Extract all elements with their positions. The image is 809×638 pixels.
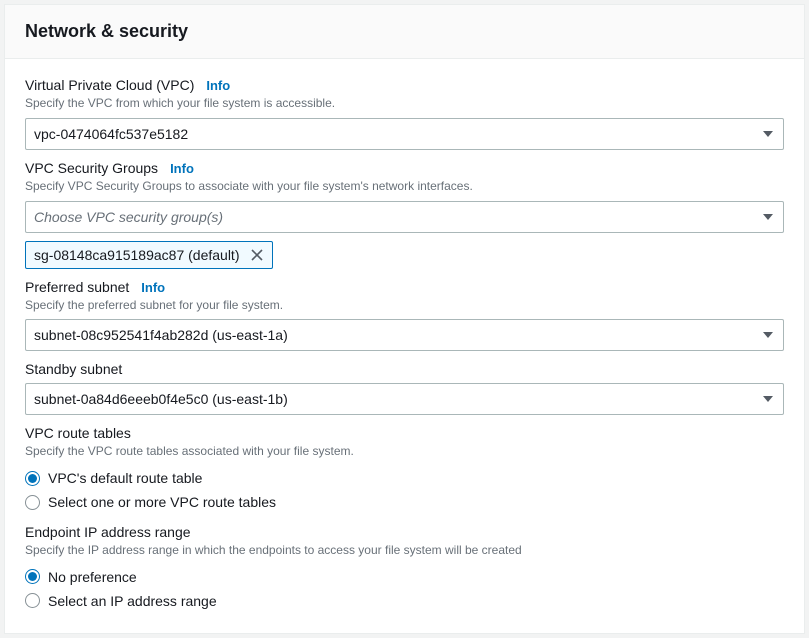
security-groups-tokens: sg-08148ca915189ac87 (default) (25, 241, 784, 269)
chevron-down-icon (763, 396, 773, 402)
standby-subnet-value: subnet-0a84d6eeeb0f4e5c0 (us-east-1b) (34, 391, 288, 407)
panel-title: Network & security (25, 21, 784, 42)
endpoint-range-field: Endpoint IP address range Specify the IP… (25, 524, 784, 613)
standby-subnet-label-row: Standby subnet (25, 361, 784, 377)
vpc-label: Virtual Private Cloud (VPC) (25, 77, 194, 93)
security-group-token: sg-08148ca915189ac87 (default) (25, 241, 273, 269)
security-groups-select[interactable]: Choose VPC security group(s) (25, 201, 784, 233)
close-icon[interactable] (248, 246, 266, 264)
preferred-subnet-field: Preferred subnet Info Specify the prefer… (25, 279, 784, 352)
route-tables-label: VPC route tables (25, 425, 784, 441)
route-tables-radio-group: VPC's default route table Select one or … (25, 466, 784, 514)
preferred-subnet-helper: Specify the preferred subnet for your fi… (25, 297, 784, 314)
security-groups-label-row: VPC Security Groups Info (25, 160, 784, 176)
endpoint-range-select-option[interactable]: Select an IP address range (25, 589, 784, 613)
endpoint-range-label: Endpoint IP address range (25, 524, 784, 540)
vpc-field: Virtual Private Cloud (VPC) Info Specify… (25, 77, 784, 150)
route-tables-default-label: VPC's default route table (48, 470, 202, 486)
endpoint-range-select-label: Select an IP address range (48, 593, 217, 609)
radio-icon (25, 593, 40, 608)
route-tables-select-option[interactable]: Select one or more VPC route tables (25, 490, 784, 514)
endpoint-range-helper: Specify the IP address range in which th… (25, 542, 784, 559)
preferred-subnet-label: Preferred subnet (25, 279, 129, 295)
network-security-panel: Network & security Virtual Private Cloud… (4, 4, 805, 634)
security-groups-info-link[interactable]: Info (170, 161, 194, 176)
standby-subnet-select[interactable]: subnet-0a84d6eeeb0f4e5c0 (us-east-1b) (25, 383, 784, 415)
preferred-subnet-info-link[interactable]: Info (141, 280, 165, 295)
route-tables-default-option[interactable]: VPC's default route table (25, 466, 784, 490)
endpoint-range-none-option[interactable]: No preference (25, 565, 784, 589)
endpoint-range-none-label: No preference (48, 569, 137, 585)
security-groups-helper: Specify VPC Security Groups to associate… (25, 178, 784, 195)
endpoint-range-radio-group: No preference Select an IP address range (25, 565, 784, 613)
vpc-helper: Specify the VPC from which your file sys… (25, 95, 784, 112)
vpc-info-link[interactable]: Info (206, 78, 230, 93)
panel-header: Network & security (5, 5, 804, 59)
vpc-select[interactable]: vpc-0474064fc537e5182 (25, 118, 784, 150)
security-groups-field: VPC Security Groups Info Specify VPC Sec… (25, 160, 784, 269)
radio-icon (25, 471, 40, 486)
vpc-label-row: Virtual Private Cloud (VPC) Info (25, 77, 784, 93)
standby-subnet-field: Standby subnet subnet-0a84d6eeeb0f4e5c0 … (25, 361, 784, 415)
route-tables-select-label: Select one or more VPC route tables (48, 494, 276, 510)
radio-icon (25, 495, 40, 510)
chevron-down-icon (763, 214, 773, 220)
radio-icon (25, 569, 40, 584)
standby-subnet-label: Standby subnet (25, 361, 122, 377)
chevron-down-icon (763, 332, 773, 338)
security-groups-label: VPC Security Groups (25, 160, 158, 176)
preferred-subnet-select[interactable]: subnet-08c952541f4ab282d (us-east-1a) (25, 319, 784, 351)
preferred-subnet-label-row: Preferred subnet Info (25, 279, 784, 295)
preferred-subnet-value: subnet-08c952541f4ab282d (us-east-1a) (34, 327, 288, 343)
chevron-down-icon (763, 131, 773, 137)
route-tables-field: VPC route tables Specify the VPC route t… (25, 425, 784, 514)
security-group-token-label: sg-08148ca915189ac87 (default) (34, 247, 240, 263)
security-groups-placeholder: Choose VPC security group(s) (34, 209, 223, 225)
panel-body: Virtual Private Cloud (VPC) Info Specify… (5, 59, 804, 633)
route-tables-helper: Specify the VPC route tables associated … (25, 443, 784, 460)
vpc-select-value: vpc-0474064fc537e5182 (34, 126, 188, 142)
